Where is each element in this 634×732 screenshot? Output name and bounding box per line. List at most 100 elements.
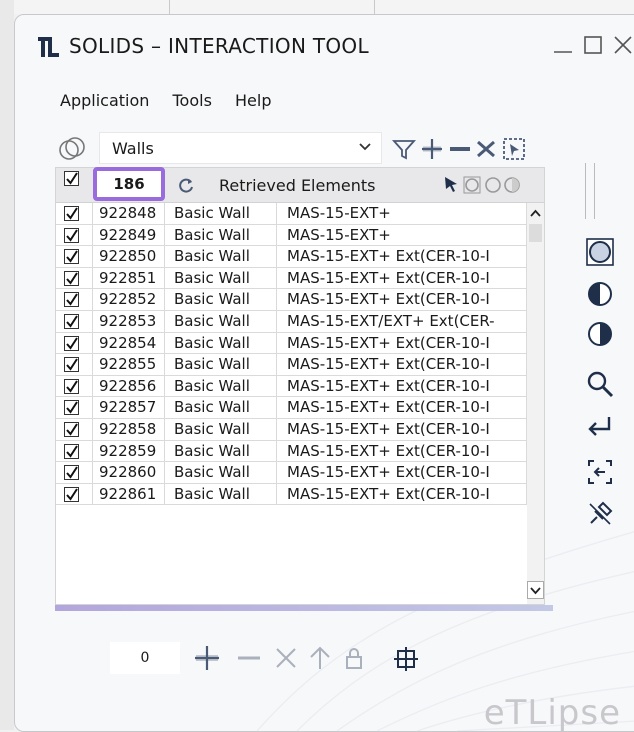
category-select-value: Walls — [112, 139, 154, 158]
isolate-icon[interactable] — [585, 237, 615, 267]
type-cell: MAS-15-EXT+ Ext(CER-10-I — [277, 440, 527, 462]
row-check-cell — [56, 375, 93, 397]
add-icon[interactable] — [419, 136, 445, 162]
row-checkbox[interactable] — [64, 465, 79, 481]
table-row[interactable]: 922853 Basic Wall MAS-15-EXT/EXT+ Ext(CER- — [56, 310, 527, 333]
zoom-icon[interactable] — [585, 369, 615, 399]
element-id-cell: 922852 — [93, 289, 165, 310]
add-icon[interactable] — [192, 643, 222, 673]
element-id-cell: 922859 — [93, 440, 165, 462]
select-in-view-icon[interactable] — [585, 457, 615, 487]
table-row[interactable]: 922849 Basic Wall MAS-15-EXT+ — [56, 224, 527, 247]
section-box-icon[interactable] — [390, 643, 420, 673]
row-checkbox[interactable] — [64, 249, 79, 265]
row-check-cell — [56, 418, 93, 440]
row-checkbox[interactable] — [64, 206, 79, 221]
row-checkbox[interactable] — [64, 357, 79, 373]
row-check-cell — [56, 224, 93, 246]
return-icon[interactable] — [585, 413, 615, 443]
background-left — [0, 0, 14, 730]
solid-circle-icon[interactable] — [463, 176, 481, 194]
table-row[interactable]: 922854 Basic Wall MAS-15-EXT+ Ext(CER-10-I — [56, 332, 527, 355]
window-title: SOLIDS – INTERACTION TOOL — [69, 34, 369, 58]
element-id-cell: 922860 — [93, 462, 165, 483]
tool-window: SOLIDS – INTERACTION TOOL Application To… — [14, 14, 634, 732]
pick-cursor-icon[interactable] — [445, 177, 457, 192]
type-cell: MAS-15-EXT+ Ext(CER-10-I — [277, 397, 527, 418]
category-cell: Basic Wall — [165, 462, 277, 483]
category-cell: Basic Wall — [165, 310, 277, 332]
row-check-cell — [56, 483, 93, 505]
half-right-icon[interactable] — [585, 319, 615, 349]
brand-logo: eTLipse — [483, 693, 621, 732]
row-checkbox[interactable] — [64, 270, 79, 286]
category-cell: Basic Wall — [165, 332, 277, 354]
row-checkbox[interactable] — [64, 400, 79, 416]
table-row[interactable]: 922848 Basic Wall MAS-15-EXT+ — [56, 203, 527, 225]
unpin-icon[interactable] — [585, 499, 615, 529]
row-checkbox[interactable] — [64, 486, 79, 502]
vertical-scrollbar[interactable] — [527, 203, 544, 604]
app-logo-icon — [38, 37, 59, 57]
half-circle-right-icon[interactable] — [504, 177, 520, 193]
arrow-up-icon[interactable] — [305, 643, 335, 673]
type-cell: MAS-15-EXT+ Ext(CER-10-I — [277, 332, 527, 354]
row-check-cell — [56, 246, 93, 267]
table-row[interactable]: 922855 Basic Wall MAS-15-EXT+ Ext(CER-10-I — [56, 354, 527, 376]
select-all-checkbox[interactable] — [64, 171, 79, 186]
half-left-icon[interactable] — [585, 279, 615, 309]
element-id-cell: 922857 — [93, 397, 165, 418]
row-checkbox[interactable] — [64, 335, 79, 351]
table-row[interactable]: 922851 Basic Wall MAS-15-EXT+ Ext(CER-10-I — [56, 267, 527, 290]
row-checkbox[interactable] — [64, 421, 79, 437]
row-check-cell — [56, 267, 93, 289]
row-checkbox[interactable] — [64, 378, 79, 394]
table-row[interactable]: 922859 Basic Wall MAS-15-EXT+ Ext(CER-10-I — [56, 440, 527, 463]
row-check-cell — [56, 440, 93, 462]
half-circle-left-icon[interactable] — [485, 177, 501, 193]
overlap-circles-icon[interactable] — [58, 135, 86, 163]
row-checkbox[interactable] — [64, 443, 79, 459]
scroll-down-button[interactable] — [527, 581, 544, 599]
menu-application[interactable]: Application — [60, 91, 149, 110]
element-count-field[interactable]: 186 — [93, 167, 165, 201]
filter-row: Walls — [15, 132, 634, 168]
menu-help[interactable]: Help — [235, 91, 271, 110]
refresh-icon[interactable] — [177, 177, 195, 195]
category-cell: Basic Wall — [165, 375, 277, 397]
row-checkbox[interactable] — [64, 292, 79, 308]
offset-field[interactable]: 0 — [110, 642, 180, 674]
filter-icon[interactable] — [391, 136, 417, 162]
lock-icon[interactable] — [339, 643, 369, 673]
category-select[interactable]: Walls — [99, 132, 382, 164]
row-checkbox[interactable] — [64, 313, 79, 329]
element-id-cell: 922851 — [93, 267, 165, 289]
chevron-up-icon[interactable] — [529, 207, 542, 219]
table-row[interactable]: 922856 Basic Wall MAS-15-EXT+ Ext(CER-10-I — [56, 375, 527, 398]
type-cell: MAS-15-EXT+ — [277, 224, 527, 246]
category-cell: Basic Wall — [165, 224, 277, 246]
table-row[interactable]: 922860 Basic Wall MAS-15-EXT+ Ext(CER-10-I — [56, 462, 527, 484]
row-check-cell — [56, 289, 93, 310]
remove-icon[interactable] — [234, 643, 264, 673]
remove-icon[interactable] — [447, 136, 473, 162]
right-toolbar — [567, 15, 617, 615]
table-row[interactable]: 922850 Basic Wall MAS-15-EXT+ Ext(CER-10-I — [56, 246, 527, 268]
row-check-cell — [56, 332, 93, 354]
select-region-icon[interactable] — [501, 136, 527, 162]
row-checkbox[interactable] — [64, 227, 79, 243]
table-row[interactable]: 922858 Basic Wall MAS-15-EXT+ Ext(CER-10-I — [56, 418, 527, 441]
background-top — [14, 0, 634, 14]
clear-icon[interactable] — [473, 136, 499, 162]
table-row[interactable]: 922852 Basic Wall MAS-15-EXT+ Ext(CER-10-I — [56, 289, 527, 311]
type-cell: MAS-15-EXT+ Ext(CER-10-I — [277, 354, 527, 375]
grid-header: 186 Retrieved Elements — [56, 167, 544, 203]
menu-tools[interactable]: Tools — [173, 91, 212, 110]
element-id-cell: 922848 — [93, 203, 165, 224]
type-cell: MAS-15-EXT+ Ext(CER-10-I — [277, 289, 527, 310]
type-cell: MAS-15-EXT+ Ext(CER-10-I — [277, 246, 527, 267]
scrollbar-thumb[interactable] — [529, 224, 542, 242]
table-row[interactable]: 922861 Basic Wall MAS-15-EXT+ Ext(CER-10-I — [56, 483, 527, 506]
clear-icon[interactable] — [271, 643, 301, 673]
table-row[interactable]: 922857 Basic Wall MAS-15-EXT+ Ext(CER-10-I — [56, 397, 527, 419]
